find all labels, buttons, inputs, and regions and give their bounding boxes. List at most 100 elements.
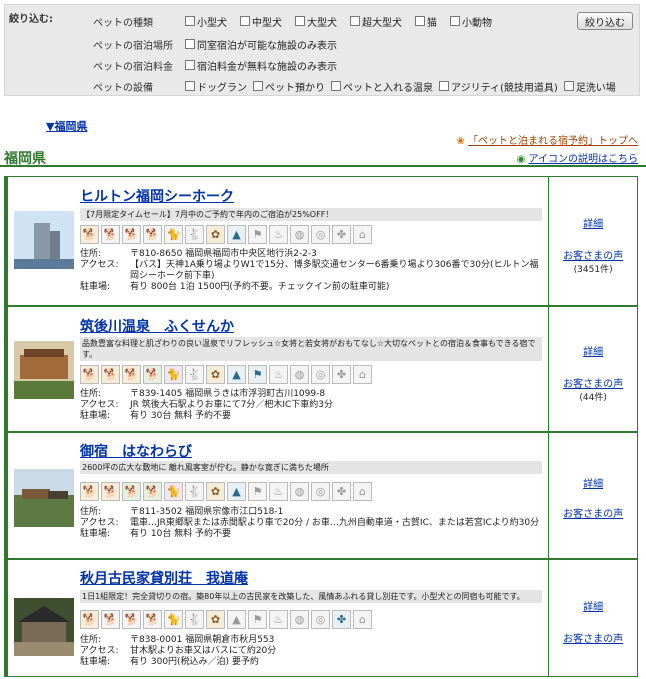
large-dog-icon: 🐕 [122,365,141,384]
option-small-animal[interactable]: 小動物 [450,14,492,29]
pet-care-icon: ♨ [269,610,288,629]
small-animal-icon: 🐇 [185,365,204,384]
info-icon: ◉ [516,154,526,165]
checkbox[interactable] [185,16,195,26]
filter-row-pet-type: ペットの種類 小型犬 中型犬 大型犬 超大型犬 猫 小動物 [93,11,641,31]
small-dog-icon: 🐕 [80,225,99,244]
option-agility[interactable]: アジリティ(競技用道具) [439,79,558,94]
divider [0,165,646,167]
reviews-link[interactable]: お客さまの声 [549,505,637,520]
address: 〒810-8650 福岡県福岡市中央区地行浜2-2-3 [130,249,317,259]
xl-dog-icon: 🐕 [143,225,162,244]
detail-link[interactable]: 詳細 [549,598,637,613]
detail-link[interactable]: 詳細 [549,475,637,490]
option-large-dog[interactable]: 大型犬 [295,14,337,29]
top-page-link[interactable]: ❀ 「ペットと泊まれる宿予約」トップへ [456,132,638,147]
cat-icon: 🐈 [164,365,183,384]
option-dog-run[interactable]: ドッグラン [185,79,247,94]
listing-name-link[interactable]: 秋月古民家貸別荘 我道庵 [80,568,248,588]
filter-panel: 絞り込む: ペットの種類 小型犬 中型犬 大型犬 超大型犬 猫 小動物 ペットの… [4,4,640,96]
pet-hotel-icon: ⌂ [353,225,372,244]
listing-info: 住所: 〒810-8650 福岡県福岡市中央区地行浜2-2-3 アクセス: 【バス】… [80,249,542,293]
foot-wash-icon: ✤ [332,482,351,501]
review-count: (3451件) [573,265,613,275]
checkbox[interactable] [350,16,360,26]
checkbox[interactable] [450,16,460,26]
checkbox[interactable] [185,39,195,49]
small-dog-icon: 🐕 [80,365,99,384]
parking: 有り 800台 1泊 1500円(予約不要。チェックイン前の駐車可能) [130,282,390,292]
address: 〒838-0001 福岡県朝倉市秋月553 [130,635,275,645]
option-xl-dog[interactable]: 超大型犬 [350,14,402,29]
listing-info: 住所: 〒811-3502 福岡県宗像市江口518-1 アクセス: 電車…JR東郷駅… [80,507,540,539]
listing-table: ヒルトン福岡シーホーク 【7月限定タイムセール】7月中のご予約で年内のご宿泊が2… [4,176,638,677]
listing-name-link[interactable]: ヒルトン福岡シーホーク [80,186,234,206]
hotel-photo[interactable] [14,598,74,656]
pet-fee-icon: ▲ [227,482,246,501]
medium-dog-icon: 🐕 [101,365,120,384]
filter-label: ペットの宿泊料金 [93,61,173,73]
pet-hotel-icon: ⌂ [353,365,372,384]
cat-icon: 🐈 [164,225,183,244]
agility-icon: ◎ [311,225,330,244]
reviews-link[interactable]: お客さまの声 [549,630,637,645]
listing-info: 住所: 〒838-0001 福岡県朝倉市秋月553 アクセス: 甘木駅よりお車又はバ… [80,635,277,667]
listing-catchcopy: 1日1組限定！完全貸切りの宿。築80年以上の古民家を改築した、風情あふれる貸し別… [80,590,542,603]
amenity-icons: 🐕 🐕 🐕 🐕 🐈 🐇 ✿ ▲ ⚑ ♨ ◍ ◎ ✤ ⌂ [80,610,372,629]
room-stay-icon: ✿ [206,365,225,384]
checkbox[interactable] [240,16,250,26]
pet-care-icon: ♨ [269,365,288,384]
room-stay-icon: ✿ [206,610,225,629]
prefecture-anchor-link[interactable]: ▼福岡県 [46,118,87,134]
parking: 有り 10台 無料 予約不要 [130,529,232,539]
option-pet-onsen[interactable]: ペットと入れる温泉 [331,79,433,94]
medium-dog-icon: 🐕 [101,610,120,629]
detail-link[interactable]: 詳細 [549,215,637,230]
checkbox[interactable] [253,81,263,91]
pet-hotel-icon: ⌂ [353,610,372,629]
amenity-icons: 🐕 🐕 🐕 🐕 🐈 🐇 ✿ ▲ ⚑ ♨ ◍ ◎ ✤ ⌂ [80,365,372,384]
xl-dog-icon: 🐕 [143,482,162,501]
option-cat[interactable]: 猫 [415,14,437,29]
option-free-fee[interactable]: 宿泊料金が無料な施設のみ表示 [185,58,337,73]
dog-run-icon: ⚑ [248,365,267,384]
small-animal-icon: 🐇 [185,225,204,244]
reviews-link[interactable]: お客さまの声 (44件) [549,375,637,403]
option-medium-dog[interactable]: 中型犬 [240,14,282,29]
checkbox[interactable] [331,81,341,91]
filter-submit-button[interactable]: 絞り込む [577,12,633,30]
cat-icon: 🐈 [164,610,183,629]
hotel-photo[interactable] [14,341,74,399]
option-same-room[interactable]: 同室宿泊が可能な施設のみ表示 [185,37,337,52]
icon-help-link[interactable]: ◉ アイコンの説明はこちら [517,150,638,165]
hotel-photo[interactable] [14,211,74,269]
foot-wash-icon: ✤ [332,225,351,244]
agility-icon: ◎ [311,610,330,629]
checkbox[interactable] [295,16,305,26]
listing-name-link[interactable]: 筑後川温泉 ふくせんか [80,316,234,336]
pet-fee-icon: ▲ [227,610,246,629]
pet-onsen-icon: ◍ [290,482,309,501]
access: 甘木駅よりお車又はバスにて約20分 [130,646,277,656]
checkbox[interactable] [563,81,574,91]
listing-catchcopy: 2600坪の広大な敷地に 離れ風客室が佇む。静かな寛ぎに満ちた場所 [80,461,542,474]
checkbox[interactable] [185,60,195,70]
checkbox[interactable] [185,81,195,91]
reviews-link[interactable]: お客さまの声 (3451件) [549,247,637,275]
filter-label: ペットの宿泊場所 [93,40,173,52]
listing-row: 筑後川温泉 ふくせんか 品数豊富な料理と肌ざわりの良い温泉でリフレッシュ☆女将と… [8,306,638,432]
option-foot-wash[interactable]: 足洗い場 [563,79,616,94]
detail-link[interactable]: 詳細 [549,343,637,358]
room-stay-icon: ✿ [206,482,225,501]
medium-dog-icon: 🐕 [101,225,120,244]
hotel-photo[interactable] [14,469,74,527]
dog-run-icon: ⚑ [248,225,267,244]
checkbox[interactable] [439,81,449,91]
checkbox[interactable] [415,16,425,26]
option-small-dog[interactable]: 小型犬 [185,14,227,29]
parking: 有り 300円(税込み／泊) 要予約 [130,657,259,667]
option-pet-care[interactable]: ペット預かり [253,79,325,94]
listing-name-link[interactable]: 御宿 はなわらび [80,441,192,461]
xl-dog-icon: 🐕 [143,610,162,629]
large-dog-icon: 🐕 [122,482,141,501]
